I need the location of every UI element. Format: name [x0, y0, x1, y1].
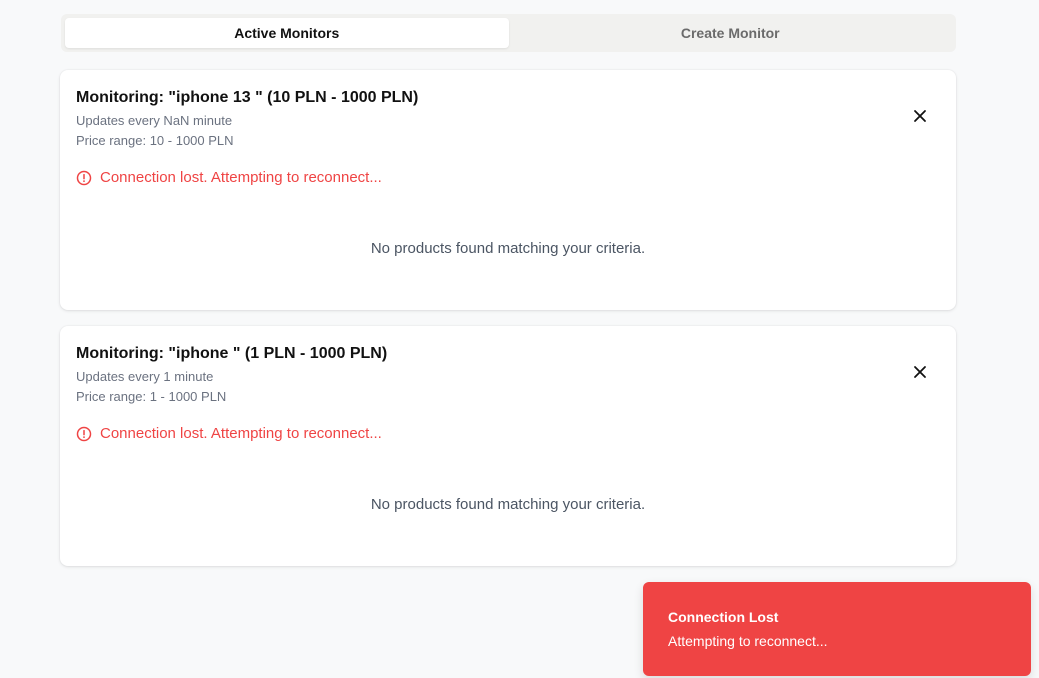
- monitor-title: Monitoring: "iphone 13 " (10 PLN - 1000 …: [76, 89, 419, 106]
- connection-error: Connection lost. Attempting to reconnect…: [76, 425, 382, 442]
- toast-title: Connection Lost: [668, 609, 779, 625]
- monitor-tabs: Active Monitors Create Monitor: [61, 14, 956, 52]
- alert-circle-icon: [76, 170, 92, 185]
- connection-error-text: Connection lost. Attempting to reconnect…: [100, 425, 382, 442]
- close-icon[interactable]: [912, 108, 928, 124]
- empty-results-message: No products found matching your criteria…: [370, 496, 646, 513]
- connection-error: Connection lost. Attempting to reconnect…: [76, 169, 382, 186]
- empty-results-message: No products found matching your criteria…: [370, 240, 646, 257]
- monitor-card: Monitoring: "iphone 13 " (10 PLN - 1000 …: [60, 70, 956, 310]
- tab-create-monitor[interactable]: Create Monitor: [509, 18, 953, 48]
- monitor-update-interval: Updates every NaN minute: [76, 113, 233, 128]
- monitor-price-range: Price range: 10 - 1000 PLN: [76, 133, 234, 148]
- monitor-price-range: Price range: 1 - 1000 PLN: [76, 389, 227, 404]
- close-icon[interactable]: [912, 364, 928, 380]
- monitor-title: Monitoring: "iphone " (1 PLN - 1000 PLN): [76, 345, 388, 362]
- tab-active-monitors[interactable]: Active Monitors: [65, 18, 509, 48]
- monitor-update-interval: Updates every 1 minute: [76, 369, 214, 384]
- monitor-card: Monitoring: "iphone " (1 PLN - 1000 PLN)…: [60, 326, 956, 566]
- connection-error-text: Connection lost. Attempting to reconnect…: [100, 169, 382, 186]
- connection-lost-toast[interactable]: Connection Lost Attempting to reconnect.…: [643, 582, 1031, 676]
- alert-circle-icon: [76, 426, 92, 441]
- toast-message: Attempting to reconnect...: [668, 633, 828, 649]
